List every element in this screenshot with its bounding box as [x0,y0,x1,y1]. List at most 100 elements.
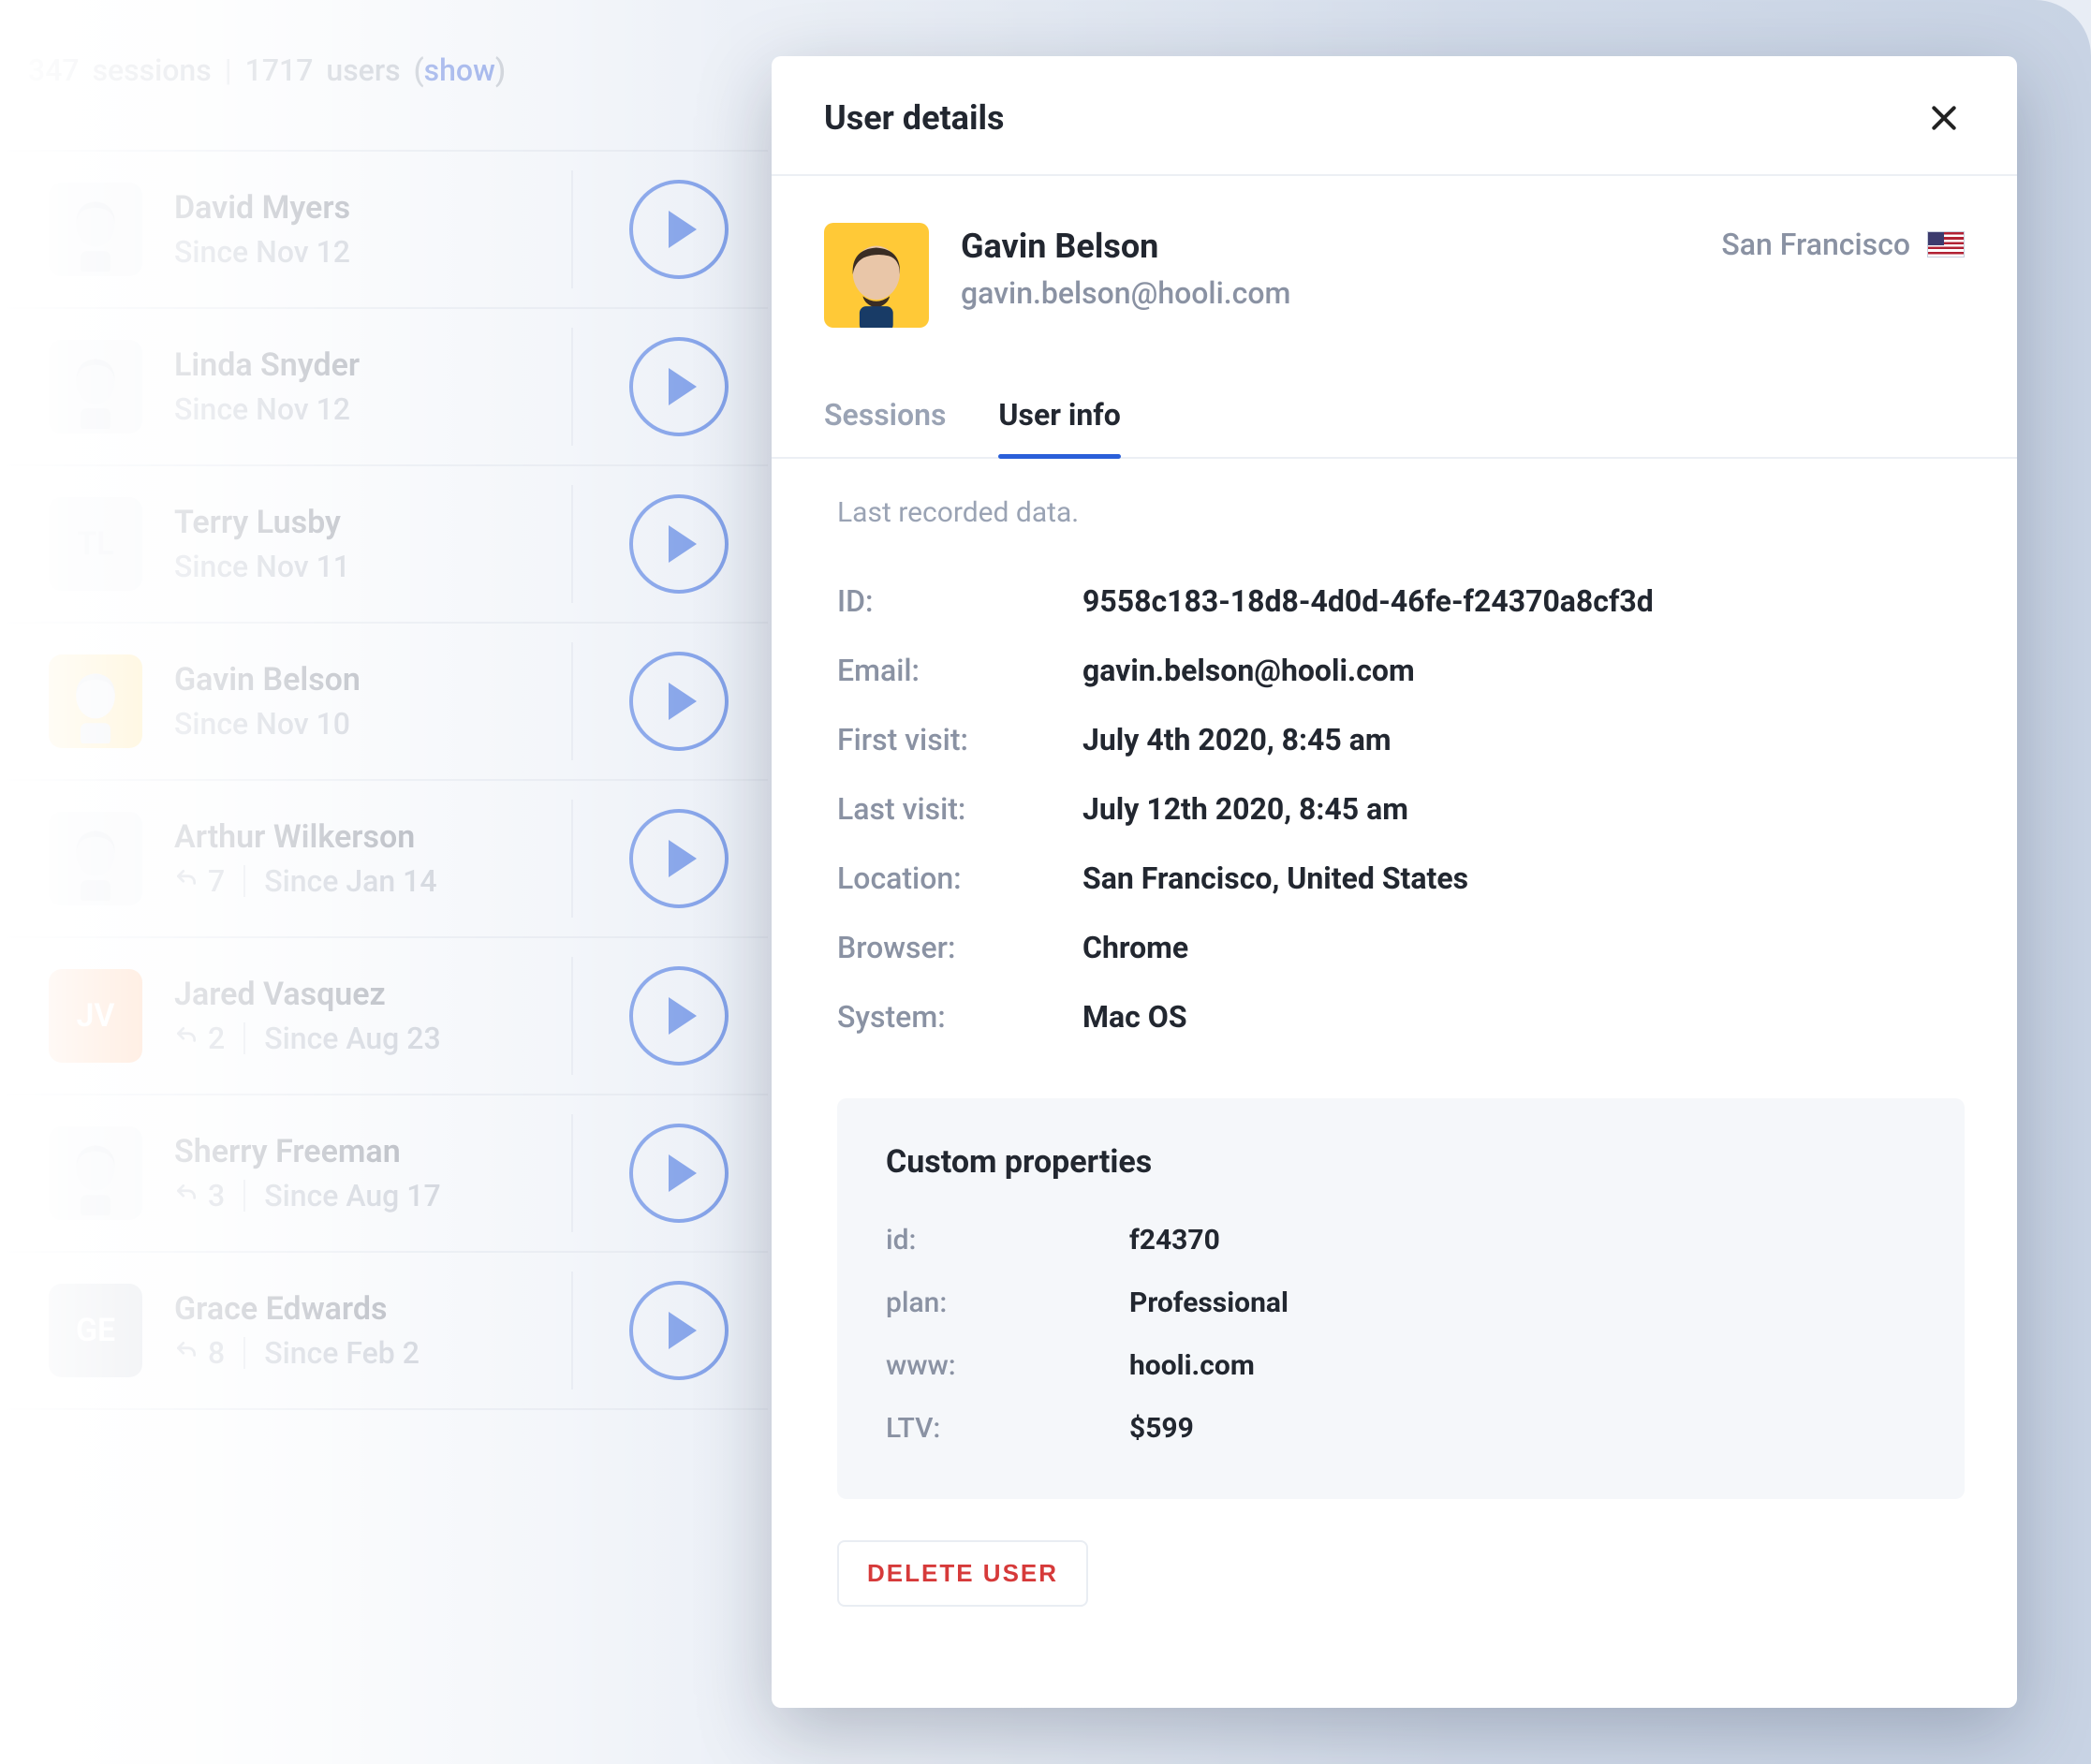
field-last-visit: Last visit: July 12th 2020, 8:45 am [837,774,1965,844]
user-text: Sherry Freeman3Since Aug 17 [174,1133,597,1213]
play-button[interactable] [629,180,729,279]
user-row[interactable]: JVJared Vasquez2Since Aug 23 [0,938,768,1095]
field-last-value: July 12th 2020, 8:45 am [1082,791,1408,827]
play-button[interactable] [629,494,729,594]
summary-bar: 347 sessions | 1717 users (show) [0,52,506,88]
user-row[interactable]: Linda Snyder Since Nov 12 [0,309,768,466]
user-row[interactable]: Gavin Belson Since Nov 10 [0,624,768,781]
since-text: Since Jan 14 [264,863,436,899]
user-row[interactable]: Arthur Wilkerson7Since Jan 14 [0,781,768,938]
user-name: Grace Edwards [174,1290,597,1328]
field-location: Location: San Francisco, United States [837,844,1965,913]
user-row[interactable]: Sherry Freeman3Since Aug 17 [0,1095,768,1253]
user-info-panel: Last recorded data. ID: 9558c183-18d8-4d… [772,459,2017,1499]
user-text: Gavin Belson Since Nov 10 [174,661,597,742]
user-text: Linda Snyder Since Nov 12 [174,346,597,427]
since-text: Since Aug 23 [264,1021,440,1056]
field-system: System: Mac OS [837,982,1965,1051]
play-icon [669,997,697,1035]
play-button[interactable] [629,1124,729,1223]
user-name: Linda Snyder [174,346,597,384]
divider [243,1022,245,1054]
since-text: Since Nov 12 [174,391,350,427]
field-email-value: gavin.belson@hooli.com [1082,653,1415,688]
reply-icon [174,863,199,899]
custom-www-label: www: [886,1349,1111,1382]
show-link[interactable]: show [424,52,495,88]
since-text: Since Feb 2 [264,1335,420,1371]
custom-plan-label: plan: [886,1286,1111,1319]
divider [243,865,245,897]
since-text: Since Nov 12 [174,234,350,270]
user-avatar [49,654,142,748]
location-text: San Francisco [1721,227,1910,262]
modal-header: User details [772,56,2017,176]
field-browser-label: Browser: [837,930,1064,965]
custom-plan-value: Professional [1129,1286,1288,1319]
user-name: Jared Vasquez [174,976,597,1013]
user-avatar [49,183,142,276]
custom-properties-title: Custom properties [886,1143,1916,1181]
user-name: Gavin Belson [174,661,597,698]
play-button[interactable] [629,337,729,436]
user-subtext: 2 Since Aug 23 [174,1021,597,1056]
user-subtext: 3Since Aug 17 [174,1178,597,1213]
us-flag-icon [1927,231,1965,257]
field-email-label: Email: [837,653,1064,688]
reply-count: 3 [174,1178,225,1213]
play-button[interactable] [629,966,729,1066]
custom-www: www: hooli.com [886,1334,1916,1397]
delete-user-button[interactable]: DELETE USER [837,1540,1088,1607]
reply-count: 2 [174,1021,225,1056]
field-first-label: First visit: [837,722,1064,757]
field-location-label: Location: [837,860,1064,896]
field-email: Email: gavin.belson@hooli.com [837,636,1965,705]
field-browser-value: Chrome [1082,930,1188,965]
user-row[interactable]: GE Grace Edwards 8 Since Feb 2 [0,1253,768,1410]
profile-text: Gavin Belson gavin.belson@hooli.com [961,223,1689,311]
paren-open: ( [414,52,424,88]
tab-sessions[interactable]: Sessions [824,397,946,457]
reply-count: 8 [174,1335,225,1371]
user-row[interactable]: TLTerry LusbySince Nov 11 [0,466,768,624]
play-button[interactable] [629,1281,729,1380]
user-text: Terry LusbySince Nov 11 [174,504,597,584]
close-icon [1929,103,1959,133]
user-subtext: Since Nov 10 [174,706,597,742]
tab-user-info[interactable]: User info [998,397,1120,457]
user-avatar [49,340,142,434]
user-subtext: Since Nov 11 [174,549,597,584]
user-details-modal: User details Gavin Belson gavin.belson@h… [772,56,2017,1708]
custom-www-value: hooli.com [1129,1349,1255,1382]
user-subtext: Since Nov 12 [174,391,597,427]
user-fields: ID: 9558c183-18d8-4d0d-46fe-f24370a8cf3d… [837,566,1965,1051]
divider [243,1180,245,1212]
app-root: 347 sessions | 1717 users (show) David M… [0,0,2091,1764]
reply-icon [174,1178,199,1213]
user-avatar: GE [49,1284,142,1377]
field-system-label: System: [837,999,1064,1035]
danger-row: DELETE USER [772,1499,2017,1607]
play-icon [669,1154,697,1192]
play-button[interactable] [629,652,729,751]
custom-properties-box: Custom properties id: f24370 plan: Profe… [837,1098,1965,1499]
user-avatar [49,1126,142,1220]
field-id-label: ID: [837,583,1064,619]
field-id: ID: 9558c183-18d8-4d0d-46fe-f24370a8cf3d [837,566,1965,636]
sessions-label: sessions [93,52,212,88]
custom-ltv-value: $599 [1129,1412,1194,1445]
user-row[interactable]: David MyersSince Nov 12 [0,150,768,309]
close-button[interactable] [1923,97,1965,139]
divider: | [225,52,232,88]
reply-icon [174,1021,199,1056]
since-text: Since Nov 10 [174,706,350,742]
field-system-value: Mac OS [1082,999,1187,1035]
avatar-face-icon [834,233,919,328]
user-subtext: 7Since Jan 14 [174,863,597,899]
play-icon [669,368,697,405]
field-browser: Browser: Chrome [837,913,1965,982]
play-button[interactable] [629,809,729,908]
users-count: 1717 [245,52,314,88]
play-icon [669,840,697,877]
user-text: David MyersSince Nov 12 [174,189,597,270]
